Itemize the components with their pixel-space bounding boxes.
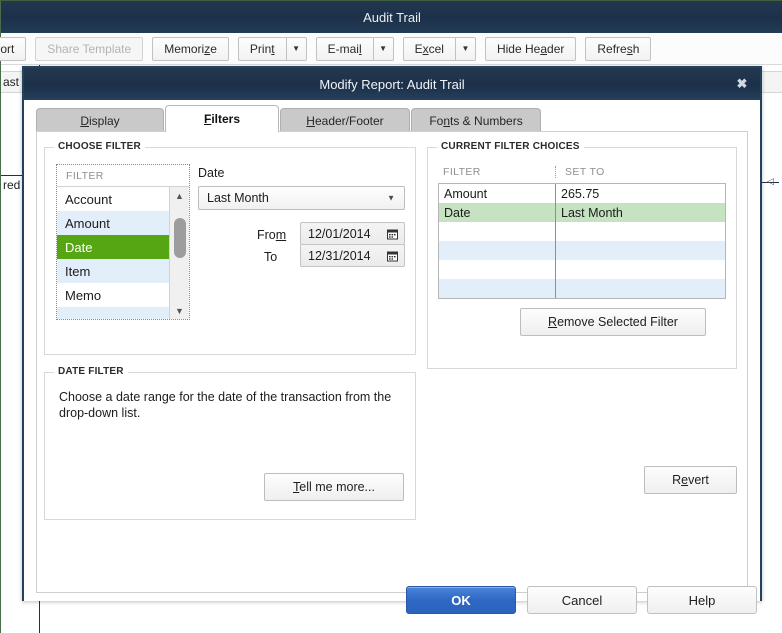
cell-set-to [556,279,725,298]
to-date-value: 12/31/2014 [308,248,371,263]
report-window-titlebar: Audit Trail [1,1,782,33]
report-button[interactable]: eport [0,36,27,61]
report-window-title: Audit Trail [363,9,421,25]
ok-button[interactable]: OK [406,586,516,614]
table-row[interactable] [439,241,725,260]
print-button[interactable]: Prin t [237,36,286,61]
cell-filter [439,260,556,279]
filter-list-rows: Account Amount Date Item Memo [57,187,169,319]
filter-list-item-item[interactable]: Item [57,259,169,283]
cell-set-to [556,241,725,260]
email-button[interactable]: E-mai l [315,36,373,61]
from-date-input[interactable]: 12/01/2014 [300,222,405,245]
modify-report-dialog: Modify Report: Audit Trail ✖ Display Fil… [22,66,762,614]
hide-header-button[interactable]: Hide He a der [484,36,577,61]
dialog-tabs: Display Filters Header/Footer Fonts & Nu… [24,105,760,132]
revert-button[interactable]: Revert [644,466,737,494]
remove-selected-filter-button[interactable]: Remove Selected Filter [520,308,706,336]
dialog-content: Display Filters Header/Footer Fonts & Nu… [24,100,760,614]
cell-set-to [556,260,725,279]
excel-button[interactable]: Ex cel [402,36,455,61]
filter-list-item-memo[interactable]: Memo [57,283,169,307]
tab-header-footer[interactable]: Header/Footer [280,108,410,132]
choose-filter-legend: CHOOSE FILTER [54,141,145,152]
current-filter-choices-table[interactable]: Amount 265.75 Date Last Month [438,183,726,299]
calendar-icon[interactable] [387,250,398,261]
current-filter-choices-group: CURRENT FILTER CHOICES FILTER SET TO Amo… [427,141,737,369]
tab-filters[interactable]: Filters [165,105,279,132]
tell-me-more-button[interactable]: Tell me more... [264,473,404,501]
report-toolbar: eport Share Template Memorize Print ▼ E-… [0,33,782,65]
filter-list-item-date[interactable]: Date [57,235,169,259]
app-root: Audit Trail eport Share Template Memoriz… [0,0,782,633]
cell-filter [439,222,556,241]
tab-fonts-numbers[interactable]: Fonts & Numbers [411,108,541,132]
collapse-arrow-icon[interactable]: ◁ [767,176,774,187]
date-filter-help-text: Choose a date range for the date of the … [59,390,392,420]
table-row[interactable]: Date Last Month [439,203,725,222]
filter-list-item-account[interactable]: Account [57,187,169,211]
cell-filter [439,279,556,298]
filter-list-header: FILTER [57,165,189,187]
excel-dropdown-arrow-icon[interactable]: ▼ [454,36,476,61]
close-icon[interactable]: ✖ [734,76,750,92]
date-range-dropdown[interactable]: Last Month ▼ [198,186,405,210]
filter-list-item-amount[interactable]: Amount [57,211,169,235]
to-label: To [264,250,278,264]
print-dropdown-arrow-icon[interactable]: ▼ [285,36,307,61]
date-range-value: Last Month [207,191,269,205]
refresh-button[interactable]: Refre s h [585,36,652,61]
date-filter-help-group: DATE FILTER Choose a date range for the … [44,366,416,520]
calendar-icon[interactable] [387,228,398,239]
cell-filter [439,241,556,260]
help-button[interactable]: Help [647,586,757,614]
share-template-button: Share Template [35,36,144,61]
to-date-input[interactable]: 12/31/2014 [300,244,405,267]
email-dropdown-arrow-icon[interactable]: ▼ [372,36,394,61]
from-date-value: 12/01/2014 [308,226,371,241]
date-filter-help-legend: DATE FILTER [54,366,128,377]
scrollbar-track[interactable] [170,204,189,302]
table-row[interactable]: Amount 265.75 [439,184,725,203]
current-filter-choices-legend: CURRENT FILTER CHOICES [437,141,584,152]
chevron-down-icon[interactable]: ▼ [387,194,395,203]
cell-set-to [556,222,725,241]
filter-list-item-partial[interactable] [57,307,169,319]
column-header-filter: FILTER [443,166,481,178]
current-filter-choices-header: FILTER SET TO [438,164,726,180]
memorize-button[interactable]: Memori z e [152,36,229,61]
table-row[interactable] [439,222,725,241]
excel-split-button[interactable]: Ex cel ▼ [402,36,476,61]
cell-set-to: 265.75 [561,186,600,201]
dialog-titlebar: Modify Report: Audit Trail ✖ [24,68,760,100]
filter-list-scrollbar[interactable]: ▲ ▼ [169,187,189,319]
cell-filter: Date [439,203,556,222]
report-text-fragment-cleared: red [3,178,21,192]
choose-filter-group: CHOOSE FILTER FILTER Account Amount Date… [44,141,416,355]
filters-tab-panel: CHOOSE FILTER FILTER Account Amount Date… [36,131,748,593]
table-row[interactable] [439,260,725,279]
date-field-label: Date [198,166,225,180]
dialog-title: Modify Report: Audit Trail [319,76,465,92]
tab-display[interactable]: Display [36,108,164,132]
from-label: From [257,228,287,242]
scroll-up-arrow-icon[interactable]: ▲ [170,187,189,204]
table-row[interactable] [439,279,725,298]
scrollbar-thumb[interactable] [174,218,186,258]
column-header-set-to: SET TO [555,166,605,178]
email-split-button[interactable]: E-mai l ▼ [315,36,394,61]
cell-set-to: Last Month [561,205,623,220]
print-split-button[interactable]: Prin t ▼ [237,36,307,61]
filter-list[interactable]: FILTER Account Amount Date Item Memo ▲ ▼ [56,164,190,320]
cancel-button[interactable]: Cancel [527,586,637,614]
cell-filter: Amount [439,184,556,203]
report-text-fragment-last: ast [3,75,20,89]
scroll-down-arrow-icon[interactable]: ▼ [170,302,189,319]
